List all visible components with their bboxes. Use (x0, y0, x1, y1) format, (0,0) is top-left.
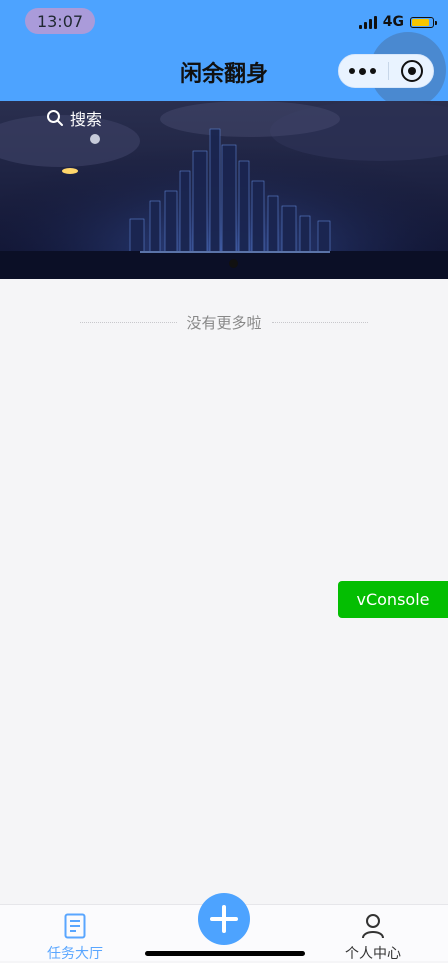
network-label: 4G (382, 14, 404, 30)
list-end-indicator: 没有更多啦 (80, 312, 369, 332)
tab-task-hall-label: 任务大厅 (47, 946, 103, 962)
search-label: 搜索 (70, 110, 103, 129)
divider-left (80, 321, 177, 323)
more-icon[interactable] (349, 67, 376, 75)
search-bar[interactable]: 搜索 (46, 106, 102, 130)
tab-task-hall[interactable]: 任务大厅 (15, 913, 135, 963)
tab-personal-center-label: 个人中心 (345, 946, 401, 962)
top-bar: 13:07 4G 闲余翻身 (0, 0, 448, 108)
no-more-text: 没有更多啦 (186, 313, 262, 332)
miniprogram-capsule (338, 54, 434, 88)
capsule-divider (388, 62, 389, 80)
plus-icon (210, 905, 238, 933)
add-button[interactable] (198, 893, 250, 945)
battery-icon (410, 16, 437, 28)
status-icons: 4G (358, 12, 437, 32)
vconsole-label: vConsole (356, 590, 430, 609)
document-list-icon (64, 913, 86, 939)
user-icon (362, 914, 384, 939)
vconsole-button[interactable]: vConsole (338, 581, 448, 618)
status-time-label: 13:07 (36, 11, 84, 31)
status-time: 13:07 (25, 8, 95, 34)
close-target-icon[interactable] (401, 60, 423, 82)
divider-right (271, 321, 369, 323)
signal-icon (358, 15, 377, 29)
search-icon (47, 110, 63, 126)
tab-personal-center[interactable]: 个人中心 (313, 913, 433, 963)
home-indicator (145, 951, 305, 956)
carousel-indicator[interactable] (229, 259, 238, 268)
